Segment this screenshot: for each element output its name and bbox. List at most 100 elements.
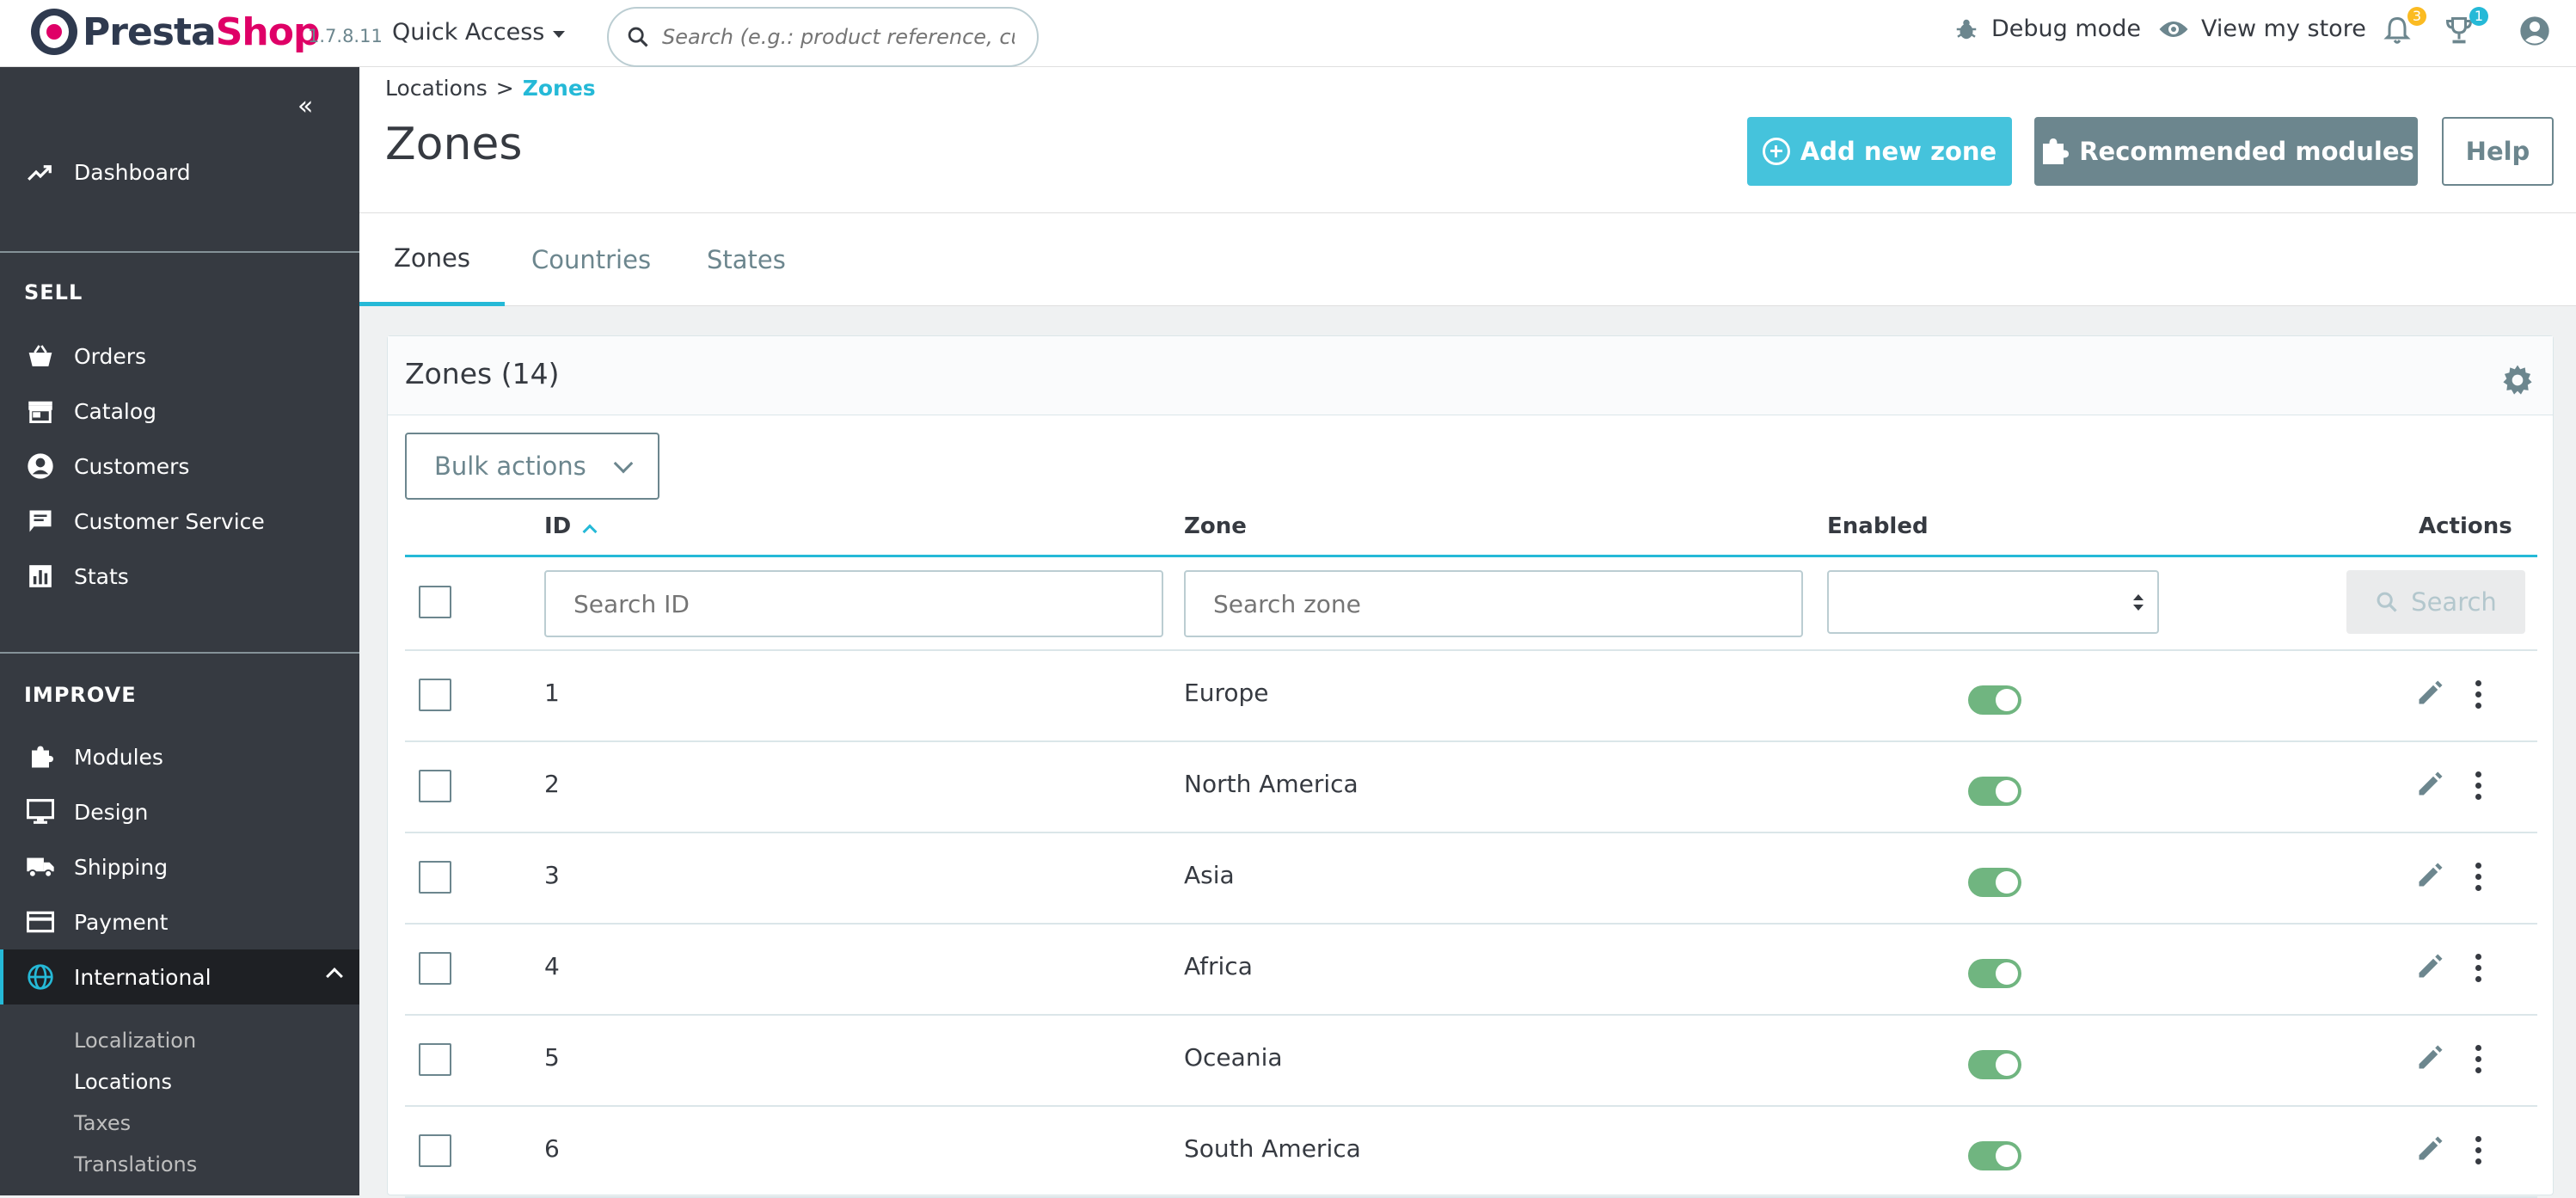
edit-icon[interactable]: [2415, 1133, 2446, 1164]
sidebar-subitem-localization[interactable]: Localization: [74, 1029, 196, 1053]
row-checkbox[interactable]: [419, 770, 451, 802]
sidebar-item-orders[interactable]: Orders: [0, 332, 359, 380]
user-avatar-icon: [2520, 16, 2549, 46]
zones-grid-card: Zones (14) Bulk actions ID Zone Enabled …: [387, 335, 2554, 1198]
breadcrumb-current[interactable]: Zones: [523, 76, 596, 101]
tab-states[interactable]: States: [672, 213, 820, 306]
eye-icon: [2159, 21, 2188, 37]
more-actions-icon[interactable]: [2475, 863, 2482, 896]
sidebar-item-label: Dashboard: [74, 159, 191, 185]
collapse-menu-icon[interactable]: «: [297, 91, 313, 121]
tab-zones[interactable]: Zones: [359, 213, 505, 306]
header-search-input[interactable]: [662, 25, 1015, 49]
enabled-toggle[interactable]: [1968, 685, 2021, 715]
header-search[interactable]: [607, 7, 1039, 67]
search-zone-input[interactable]: [1184, 570, 1803, 637]
cell-zone: Africa: [1184, 952, 1253, 980]
bulk-actions-dropdown[interactable]: Bulk actions: [405, 433, 659, 500]
grid-title: Zones (14): [405, 357, 560, 390]
column-header-actions: Actions: [2419, 513, 2512, 539]
sidebar-item-shipping[interactable]: Shipping: [0, 843, 359, 891]
top-header: PrestaShop 1.7.8.11 Quick Access Debug m…: [0, 0, 2576, 67]
table-row: 6 South America: [405, 1107, 2537, 1198]
search-button[interactable]: Search: [2346, 570, 2525, 634]
sidebar-item-label: Orders: [74, 343, 147, 369]
edit-icon[interactable]: [2415, 859, 2446, 890]
column-header-id[interactable]: ID: [544, 513, 598, 539]
sidebar-item-customer-service[interactable]: Customer Service: [0, 497, 359, 545]
sidebar-item-catalog[interactable]: Catalog: [0, 387, 359, 435]
user-menu-button[interactable]: [2518, 14, 2552, 48]
sidebar-item-international[interactable]: International: [0, 949, 359, 1004]
row-checkbox[interactable]: [419, 861, 451, 894]
help-button[interactable]: Help: [2442, 117, 2554, 186]
puzzle-icon: [26, 742, 55, 771]
quick-access-dropdown[interactable]: Quick Access: [392, 19, 566, 46]
row-checkbox[interactable]: [419, 1134, 451, 1167]
view-store-link[interactable]: View my store: [2158, 15, 2366, 42]
notifications-button[interactable]: 3: [2382, 7, 2426, 48]
gear-icon[interactable]: [2501, 364, 2534, 396]
sidebar-subitem-taxes[interactable]: Taxes: [74, 1111, 131, 1135]
sidebar-item-label: International: [74, 964, 212, 990]
puzzle-icon: [2043, 138, 2070, 164]
search-id-input[interactable]: [544, 570, 1163, 637]
orders-notification-button[interactable]: 1: [2444, 7, 2488, 48]
card-header: Zones (14): [388, 336, 2553, 415]
breadcrumb-parent[interactable]: Locations: [385, 76, 488, 101]
enabled-toggle[interactable]: [1968, 777, 2021, 806]
sidebar-subitem-translations[interactable]: Translations: [74, 1152, 197, 1176]
select-arrow-down-icon: [2133, 605, 2144, 611]
sidebar-item-label: Stats: [74, 563, 129, 589]
edit-icon[interactable]: [2415, 677, 2446, 708]
enabled-toggle[interactable]: [1968, 868, 2021, 897]
edit-icon[interactable]: [2415, 1041, 2446, 1072]
view-store-label: View my store: [2201, 15, 2366, 42]
sidebar-subitem-locations[interactable]: Locations: [74, 1070, 172, 1094]
sidebar-item-customers[interactable]: Customers: [0, 442, 359, 490]
sidebar-item-design[interactable]: Design: [0, 788, 359, 836]
prestashop-logo[interactable]: PrestaShop: [31, 9, 321, 55]
cell-id: 4: [544, 952, 560, 980]
bar-chart-icon: [26, 562, 55, 591]
account-circle-icon: [26, 452, 55, 481]
add-new-zone-button[interactable]: Add new zone: [1747, 117, 2012, 186]
sidebar-item-dashboard[interactable]: Dashboard: [0, 148, 359, 196]
version-label: 1.7.8.11: [308, 26, 383, 46]
more-actions-icon[interactable]: [2475, 771, 2482, 805]
row-checkbox[interactable]: [419, 679, 451, 711]
enabled-toggle[interactable]: [1968, 1141, 2021, 1170]
select-all-checkbox[interactable]: [419, 586, 451, 618]
basket-icon: [26, 341, 55, 371]
enabled-toggle[interactable]: [1968, 1050, 2021, 1079]
sidebar-item-label: Customer Service: [74, 508, 265, 534]
column-header-enabled[interactable]: Enabled: [1827, 513, 1929, 539]
column-header-zone[interactable]: Zone: [1184, 513, 1247, 539]
edit-icon[interactable]: [2415, 768, 2446, 799]
cell-zone: Oceania: [1184, 1043, 1283, 1072]
sidebar-item-payment[interactable]: Payment: [0, 898, 359, 946]
sidebar-item-stats[interactable]: Stats: [0, 552, 359, 600]
tab-countries[interactable]: Countries: [497, 213, 685, 306]
search-icon: [2377, 592, 2397, 612]
sidebar-item-label: Payment: [74, 909, 169, 935]
enabled-filter-select[interactable]: [1827, 570, 2159, 634]
table-row: 2 North America: [405, 742, 2537, 833]
logo-icon: [31, 9, 77, 55]
sidebar-item-modules[interactable]: Modules: [0, 733, 359, 781]
credit-card-icon: [26, 907, 55, 937]
more-actions-icon[interactable]: [2475, 1045, 2482, 1078]
more-actions-icon[interactable]: [2475, 680, 2482, 714]
row-checkbox[interactable]: [419, 1043, 451, 1076]
recommended-modules-button[interactable]: Recommended modules: [2034, 117, 2418, 186]
more-actions-icon[interactable]: [2475, 954, 2482, 987]
notifications-badge: 3: [2407, 7, 2426, 26]
edit-icon[interactable]: [2415, 950, 2446, 981]
more-actions-icon[interactable]: [2475, 1136, 2482, 1170]
debug-mode-link[interactable]: Debug mode: [1953, 15, 2141, 42]
sort-ascending-icon[interactable]: [582, 524, 598, 539]
bug-icon: [1956, 19, 1977, 39]
enabled-toggle[interactable]: [1968, 959, 2021, 988]
logo-text-shop: Shop: [215, 9, 321, 54]
row-checkbox[interactable]: [419, 952, 451, 985]
